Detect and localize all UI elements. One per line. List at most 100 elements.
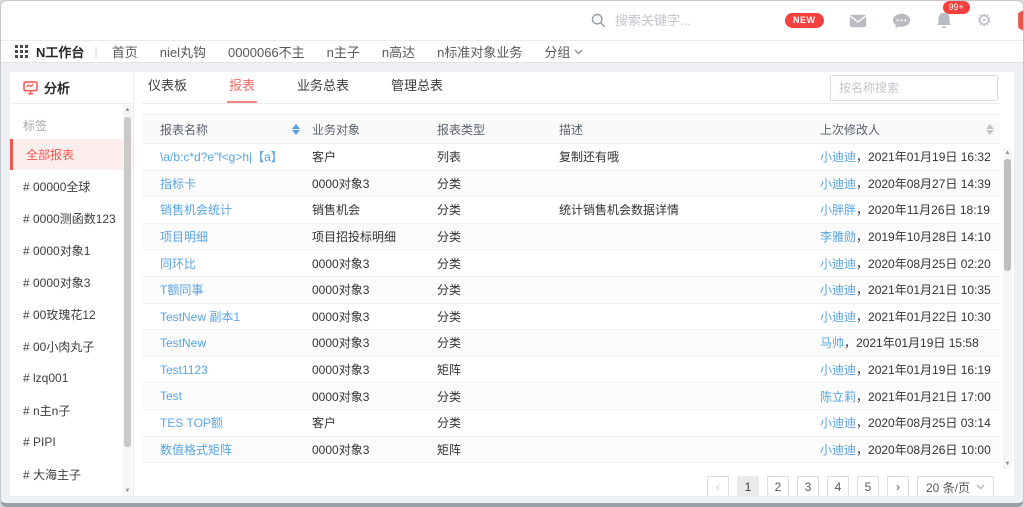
cell-last-modified: 李雅勋，2019年10月28日 14:10 <box>820 228 1000 245</box>
report-name-link[interactable]: 销售机会统计 <box>160 203 232 217</box>
workspace-title[interactable]: N工作台 <box>36 42 84 61</box>
editor-link[interactable]: 小迪迪 <box>820 310 856 324</box>
sidebar-tag-item[interactable]: # 0000对象3 <box>10 266 133 298</box>
report-name-link[interactable]: Test <box>160 389 182 403</box>
editor-link[interactable]: 小迪迪 <box>820 283 856 297</box>
table-search-input[interactable] <box>839 81 994 95</box>
nav-item[interactable]: 首页 <box>112 42 138 61</box>
gear-icon[interactable]: ⚙ <box>977 12 992 29</box>
sidebar-tag-item[interactable]: # 订单 <box>10 490 133 496</box>
nav-items: 首页 niel丸钩 0000066不主 n主子 n高达 n标准对象业务 <box>112 42 523 61</box>
nav-group-dropdown[interactable]: 分组 <box>544 42 583 61</box>
editor-link[interactable]: 小胖胖 <box>820 203 856 217</box>
analysis-icon <box>23 81 38 95</box>
scroll-up-icon[interactable]: ▲ <box>1003 148 1012 158</box>
scroll-down-icon[interactable]: ▼ <box>123 486 132 496</box>
cell-report-type: 矩阵 <box>437 361 559 378</box>
nav-item[interactable]: 0000066不主 <box>228 42 305 61</box>
column-report-type[interactable]: 报表类型 <box>437 121 559 138</box>
bell-icon[interactable]: 99+ <box>936 12 952 29</box>
mail-icon[interactable] <box>849 14 867 28</box>
prev-page-button[interactable]: ‹ <box>707 476 729 497</box>
report-name-link[interactable]: TestNew 副本1 <box>160 310 240 324</box>
cell-report-type: 矩阵 <box>437 441 559 458</box>
column-last-modified[interactable]: 上次修改人 <box>820 121 1000 138</box>
avatar[interactable]: 龙 <box>1017 6 1024 36</box>
sidebar-tag-item[interactable]: # 0000对象1 <box>10 234 133 266</box>
sidebar-tag-item[interactable]: # n主n子 <box>10 394 133 426</box>
table-row: 项目明细项目招投标明细分类李雅勋，2019年10月28日 14:10 <box>142 224 1000 251</box>
nav-item[interactable]: n标准对象业务 <box>437 42 522 61</box>
modified-time: ，2020年11月26日 18:19 <box>856 203 990 217</box>
tab-business-summary[interactable]: 业务总表 <box>295 71 351 103</box>
global-search-input[interactable] <box>615 13 785 28</box>
sidebar-tag-item[interactable]: # 大海主子 <box>10 458 133 490</box>
sidebar-scrollbar-thumb[interactable] <box>124 117 131 447</box>
report-name-link[interactable]: Test1123 <box>160 363 208 377</box>
report-name-link[interactable]: T额同事 <box>160 283 203 297</box>
cell-last-modified: 小迪迪，2021年01月22日 10:30 <box>820 308 1000 325</box>
report-name-link[interactable]: \a/b:c*d?e"f<g>h|【a】 <box>160 150 283 164</box>
column-business-object[interactable]: 业务对象 <box>312 121 437 138</box>
editor-link[interactable]: 陈立莉 <box>820 390 856 404</box>
page-size-select[interactable]: 20 条/页 <box>917 476 994 497</box>
apps-grid-icon[interactable] <box>15 45 28 58</box>
editor-link[interactable]: 小迪迪 <box>820 257 856 271</box>
scroll-down-icon[interactable]: ▼ <box>1003 459 1012 469</box>
cell-report-type: 分类 <box>437 388 559 405</box>
column-label: 描述 <box>559 121 583 138</box>
editor-link[interactable]: 马帅 <box>820 336 844 350</box>
page-button-2[interactable]: 2 <box>767 476 789 497</box>
tag-list: # 00000全球# 0000测函数123# 0000对象1# 0000对象3#… <box>10 170 133 496</box>
tab-dashboards[interactable]: 仪表板 <box>146 71 189 103</box>
column-description[interactable]: 描述 <box>559 121 820 138</box>
sidebar-tag-item[interactable]: # 00000全球 <box>10 170 133 202</box>
page-button-4[interactable]: 4 <box>827 476 849 497</box>
cell-business-object: 0000对象3 <box>312 255 437 272</box>
sidebar-tag-item[interactable]: # 0000测函数123 <box>10 202 133 234</box>
cell-report-type: 分类 <box>437 255 559 272</box>
editor-link[interactable]: 小迪迪 <box>820 443 856 457</box>
report-name-link[interactable]: 同环比 <box>160 257 196 271</box>
modified-time: ，2021年01月21日 10:35 <box>856 283 991 297</box>
page-button-3[interactable]: 3 <box>797 476 819 497</box>
editor-link[interactable]: 小迪迪 <box>820 150 856 164</box>
report-name-link[interactable]: TestNew <box>160 336 206 350</box>
report-name-link[interactable]: TES TOP额 <box>160 416 223 430</box>
tab-management-summary[interactable]: 管理总表 <box>389 71 445 103</box>
tab-reports[interactable]: 报表 <box>227 71 257 103</box>
page-button-1[interactable]: 1 <box>737 476 759 497</box>
chevron-down-icon <box>976 484 985 490</box>
column-label: 业务对象 <box>312 121 360 138</box>
global-search <box>591 13 785 28</box>
table-scrollbar-thumb[interactable] <box>1004 159 1011 271</box>
next-page-button[interactable]: › <box>887 476 909 497</box>
nav-item[interactable]: niel丸钩 <box>160 42 206 61</box>
report-name-link[interactable]: 数值格式矩阵 <box>160 443 232 457</box>
table-header: 报表名称 业务对象 报表类型 描 <box>142 114 1000 144</box>
nav-item[interactable]: n高达 <box>382 42 415 61</box>
sort-icon[interactable] <box>986 124 994 135</box>
sort-icon[interactable] <box>292 124 300 135</box>
nav-item[interactable]: n主子 <box>327 42 360 61</box>
scroll-up-icon[interactable]: ▲ <box>123 105 132 115</box>
editor-link[interactable]: 小迪迪 <box>820 177 856 191</box>
modified-time: ，2021年01月19日 16:19 <box>856 363 991 377</box>
sidebar-tag-item[interactable]: # PIPI <box>10 426 133 458</box>
sidebar-tag-item[interactable]: # lzq001 <box>10 362 133 394</box>
editor-link[interactable]: 小迪迪 <box>820 363 856 377</box>
report-name-link[interactable]: 项目明细 <box>160 230 208 244</box>
sidebar-tag-item[interactable]: # 00小肉丸子 <box>10 330 133 362</box>
chat-icon[interactable] <box>892 13 911 29</box>
editor-link[interactable]: 小迪迪 <box>820 416 856 430</box>
sidebar-tag-item[interactable]: # 00玫瑰花12 <box>10 298 133 330</box>
cell-business-object: 销售机会 <box>312 201 437 218</box>
cell-business-object: 0000对象3 <box>312 281 437 298</box>
sidebar-title: 分析 <box>44 78 70 97</box>
report-name-link[interactable]: 指标卡 <box>160 177 196 191</box>
column-report-name[interactable]: 报表名称 <box>142 121 312 138</box>
new-badge[interactable]: NEW <box>785 13 824 28</box>
sidebar-item-all-reports[interactable]: 全部报表 <box>10 139 133 170</box>
page-button-5[interactable]: 5 <box>857 476 879 497</box>
editor-link[interactable]: 李雅勋 <box>820 230 856 244</box>
